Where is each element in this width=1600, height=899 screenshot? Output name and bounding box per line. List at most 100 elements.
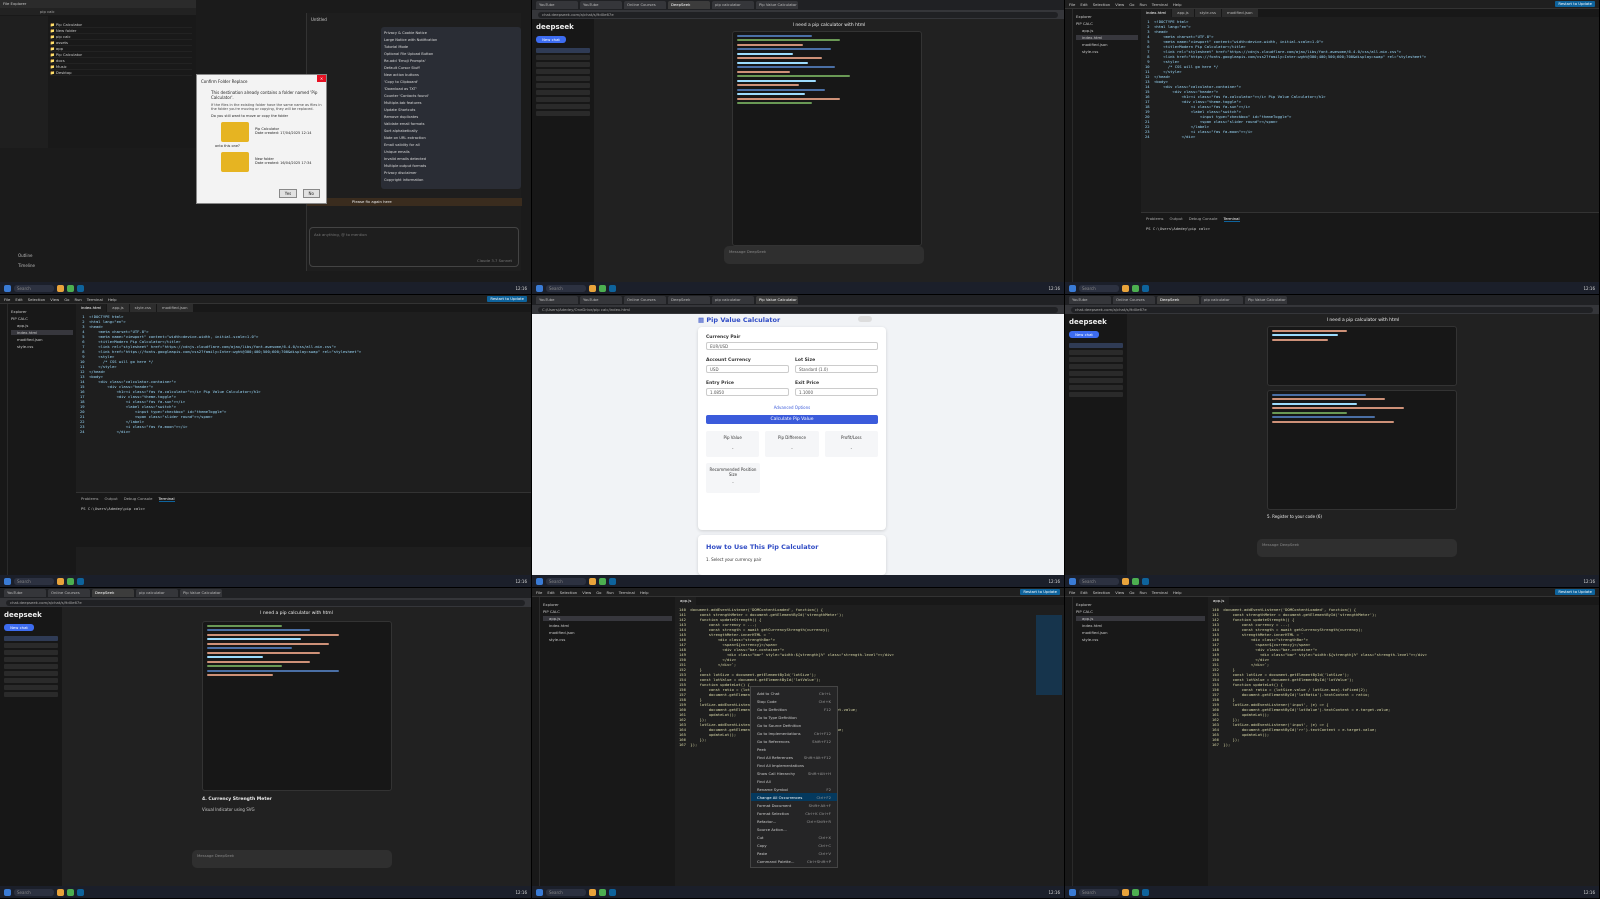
context-menu-item[interactable]: Cut Ctrl+X [751, 833, 837, 841]
currency-pair-select[interactable]: EUR/USD [706, 342, 878, 350]
menu-item[interactable]: View [1115, 590, 1124, 595]
outline-label[interactable]: Outline [18, 253, 32, 258]
menu-item[interactable]: Help [1173, 2, 1182, 7]
browser-tab[interactable]: DeepSeek [668, 1, 710, 9]
menu-item[interactable]: Selection [28, 297, 46, 302]
menu-item[interactable]: View [582, 590, 591, 595]
context-menu-item[interactable]: Peek [751, 745, 837, 753]
chrome-app-icon[interactable] [599, 888, 606, 896]
context-menu-item[interactable]: Find All References Shift+Alt+F12 [751, 753, 837, 761]
explorer-file[interactable]: app.js [1076, 28, 1138, 33]
browser-tab[interactable]: Pip Value Calculator [756, 296, 798, 304]
vscode-app-icon[interactable] [77, 284, 84, 292]
vscode-app-icon[interactable] [609, 284, 616, 292]
context-menu-item[interactable]: Copy Ctrl+C [751, 841, 837, 849]
menu-item[interactable]: Edit [15, 297, 22, 302]
chrome-app-icon[interactable] [1132, 577, 1139, 585]
vscode-app-icon[interactable] [1142, 888, 1149, 896]
chat-input[interactable]: Message DeepSeek [724, 246, 924, 264]
menu-item[interactable]: Go [1129, 2, 1134, 7]
menu-item[interactable]: View [50, 297, 59, 302]
chrome-app-icon[interactable] [599, 284, 606, 292]
menu-item[interactable]: Terminal [1152, 2, 1168, 7]
panel-tab[interactable]: Problems [81, 496, 99, 502]
notes-model[interactable]: Claude 3.7 Sonnet [477, 258, 512, 263]
account-currency-select[interactable]: USD [706, 365, 789, 373]
exit-price-input[interactable]: 1.1000 [795, 388, 878, 396]
browser-tab[interactable]: YouTube [536, 1, 578, 9]
chat-history-item[interactable] [536, 55, 590, 60]
chat-history-item[interactable] [536, 104, 590, 109]
explorer-folder[interactable]: PIP CALC [11, 316, 73, 321]
theme-toggle[interactable] [858, 316, 872, 322]
explorer-file[interactable]: index.html [543, 623, 672, 628]
chat-history-item[interactable] [4, 664, 58, 669]
editor-tab[interactable]: app.js [107, 304, 129, 312]
context-menu-item[interactable]: Change All Occurrences Ctrl+F2 [751, 793, 837, 801]
panel-tab[interactable]: Debug Console [124, 496, 153, 502]
browser-tab[interactable]: Online Courses [1113, 296, 1155, 304]
menu-item[interactable]: Go [64, 297, 69, 302]
taskbar-search[interactable]: Search [1079, 888, 1119, 896]
editor[interactable]: index.html app.js style.css modified.jso… [1141, 9, 1599, 282]
chrome-app-icon[interactable] [67, 577, 74, 585]
menu-item[interactable]: Edit [1080, 590, 1087, 595]
menu-item[interactable]: Terminal [87, 297, 103, 302]
taskbar-search[interactable]: Search [546, 577, 586, 585]
chrome-app-icon[interactable] [67, 888, 74, 896]
menu-item[interactable]: Help [1173, 590, 1182, 595]
url-input[interactable]: chat.deepseek.com/a/chat/s/9d0e67e [1071, 306, 1593, 313]
folder-app-icon[interactable] [589, 577, 596, 585]
context-menu-item[interactable]: Add to Chat Ctrl+L [751, 689, 837, 697]
explorer-file[interactable]: modified.json [11, 337, 73, 342]
explorer-folder[interactable]: PIP CALC [1076, 21, 1138, 26]
editor-tab[interactable]: style.css [129, 304, 156, 312]
terminal-prompt[interactable]: PS C:\Users\Adedey\pip calc> [1141, 225, 1599, 232]
menu-item[interactable]: File [536, 590, 542, 595]
editor-tab[interactable]: app.js [1172, 9, 1194, 17]
explorer-file[interactable]: index.html [1076, 35, 1138, 40]
chrome-app-icon[interactable] [67, 284, 74, 292]
chat-history-item[interactable] [536, 48, 590, 53]
taskbar-search[interactable]: Search [14, 577, 54, 585]
folder-app-icon[interactable] [57, 888, 64, 896]
html-code[interactable]: 1 <!DOCTYPE html> 2 <html lang="en"> 3 <… [76, 312, 531, 467]
menu-item[interactable]: Help [640, 590, 649, 595]
browser-tab[interactable]: Online Courses [48, 589, 90, 597]
panel-tab[interactable]: Debug Console [1189, 216, 1218, 222]
explorer-file[interactable]: app.js [1076, 616, 1205, 621]
menu-item[interactable]: Help [108, 297, 117, 302]
editor-tab[interactable]: modified.json [1222, 9, 1258, 17]
vscode-app-icon[interactable] [1142, 284, 1149, 292]
context-menu-item[interactable]: Source Action... [751, 825, 837, 833]
chat-history-item[interactable] [536, 62, 590, 67]
windows-start-icon[interactable] [4, 284, 11, 292]
menu-item[interactable]: File [4, 297, 10, 302]
chat-history-item[interactable] [4, 685, 58, 690]
explorer-file[interactable]: app.js [543, 616, 672, 621]
browser-tab[interactable]: pip calculator [712, 296, 754, 304]
menu-item[interactable]: Run [1140, 2, 1147, 7]
chat-history-item[interactable] [4, 643, 58, 648]
windows-start-icon[interactable] [4, 888, 11, 896]
menu-item[interactable]: Terminal [1152, 590, 1168, 595]
taskbar-search[interactable]: Search [546, 888, 586, 896]
folder-app-icon[interactable] [1122, 577, 1129, 585]
explorer-file[interactable]: style.css [543, 637, 672, 642]
editor-tab[interactable]: style.css [1194, 9, 1221, 17]
js-code[interactable]: 140 document.addEventListener('DOMConten… [1208, 605, 1599, 875]
timeline-label[interactable]: Timeline [18, 263, 35, 268]
chat-history-item[interactable] [536, 90, 590, 95]
windows-start-icon[interactable] [1069, 284, 1076, 292]
taskbar-search[interactable]: Search [546, 284, 586, 292]
entry-price-input[interactable]: 1.0850 [706, 388, 789, 396]
panel-tab[interactable]: Output [105, 496, 118, 502]
chat-history-item[interactable] [4, 692, 58, 697]
chat-history-item[interactable] [1069, 350, 1123, 355]
chat-history-item[interactable] [4, 671, 58, 676]
url-input[interactable]: chat.deepseek.com/a/chat/s/9d0e67e [538, 11, 1058, 18]
explorer-file[interactable]: style.css [11, 344, 73, 349]
explorer-file[interactable]: app.js [11, 323, 73, 328]
advanced-options-link[interactable]: Advanced Options [706, 405, 878, 410]
explorer-folder[interactable]: PIP CALC [1076, 609, 1205, 614]
